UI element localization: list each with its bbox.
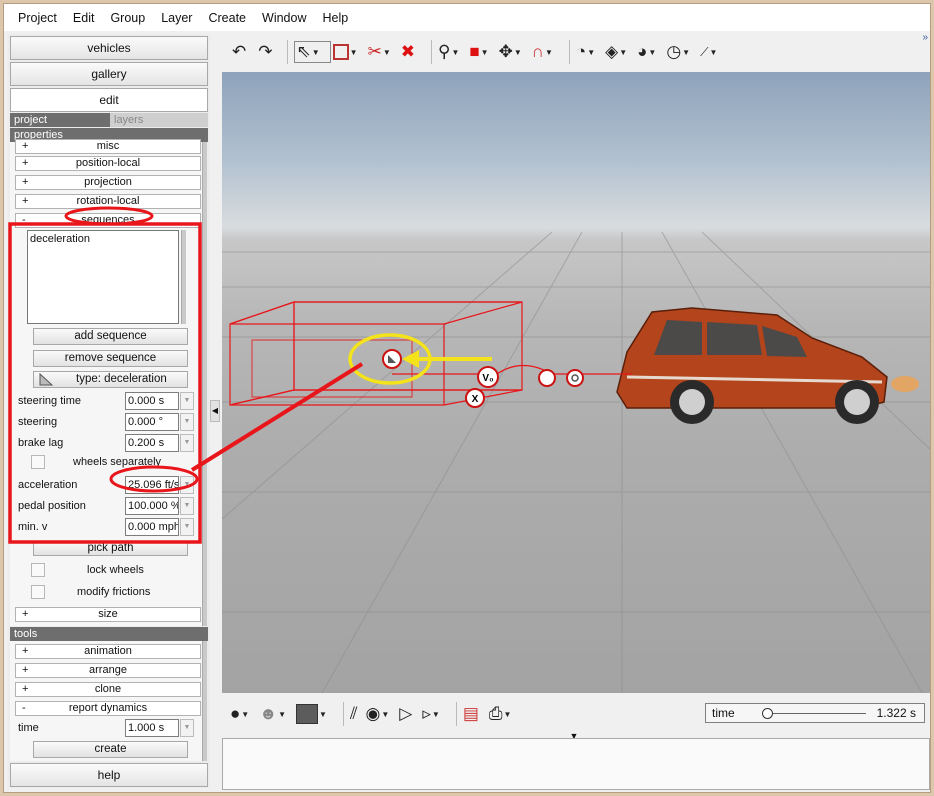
annotation-connector-line bbox=[190, 362, 364, 472]
annotation-overlay bbox=[8, 206, 364, 544]
app-window: Project Edit Group Layer Create Window H… bbox=[3, 3, 931, 793]
annotation-ellipse-sequences bbox=[64, 206, 154, 226]
annotation-ellipse-acceleration bbox=[109, 465, 199, 493]
annotation-rect-sequence-panel bbox=[8, 222, 202, 544]
